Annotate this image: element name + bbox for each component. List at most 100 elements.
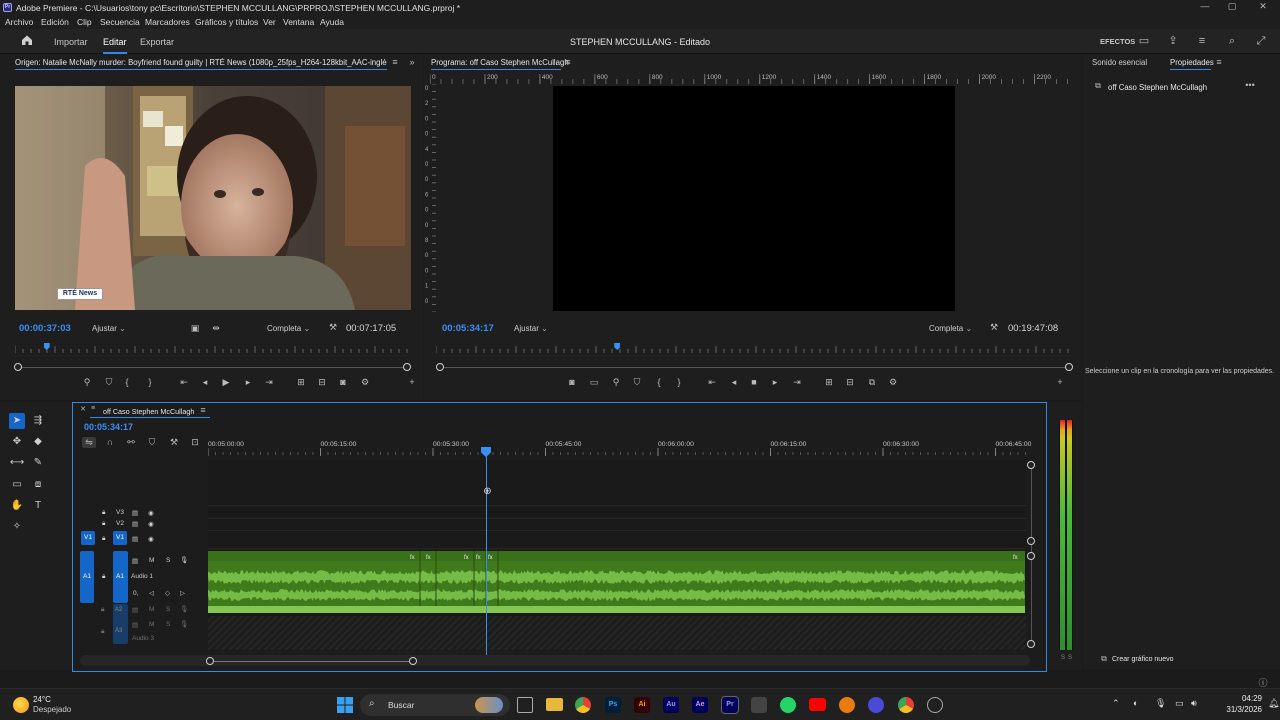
menu-ventana[interactable]: Ventana (283, 17, 314, 27)
source-mini-ruler[interactable] (14, 345, 411, 353)
taskbar-app-icon[interactable] (751, 697, 767, 713)
track-v1-sync-icon[interactable]: ▤ (132, 535, 138, 543)
tray-network-icon[interactable]: ◐ (1133, 698, 1138, 708)
program-lift-icon[interactable]: ⊞ (822, 377, 836, 388)
program-settings-icon[interactable]: ⚙ (886, 377, 900, 388)
taskbar-app2-icon[interactable] (927, 697, 943, 713)
program-extract-icon[interactable]: ⊟ (843, 377, 857, 388)
menu-marcadores[interactable]: Marcadores (145, 17, 190, 27)
tray-volume-icon[interactable]: 🔊︎ (1191, 698, 1197, 709)
menu-ver[interactable]: Ver (263, 17, 276, 27)
program-step-back-icon[interactable]: ◂ (727, 377, 741, 388)
captions-icon[interactable]: ⊡ (188, 437, 202, 448)
source-camera-icon[interactable]: ◙ (336, 377, 350, 387)
track-a3-mute[interactable]: M (149, 621, 154, 628)
program-stop-icon[interactable]: ■ (747, 377, 761, 387)
program-zoom-left-handle[interactable] (436, 363, 444, 371)
program-add-marker-icon[interactable]: ⛉ (630, 377, 644, 388)
source-timecode[interactable]: 00:00:37:03 (19, 323, 71, 334)
program-video-frame[interactable] (553, 86, 955, 311)
source-patch-a1[interactable]: A1 (80, 551, 94, 603)
track-lock-a1-icon[interactable]: 🔒︎ (102, 573, 105, 581)
source-zoom-bar[interactable] (19, 367, 407, 368)
add-marker-icon[interactable]: ⛉ (145, 437, 159, 448)
hand-tool-icon[interactable]: ✋ (9, 498, 25, 514)
program-fit-dropdown[interactable]: Ajustar (514, 324, 548, 333)
program-panel-menu-icon[interactable]: ≡ (561, 57, 575, 67)
track-a1-volume[interactable]: 0, (133, 590, 138, 597)
panel-menu-icon[interactable]: ≡ (388, 57, 402, 67)
program-mark-out-icon[interactable]: } (672, 377, 686, 387)
task-view-icon[interactable] (517, 697, 533, 713)
program-resolution-dropdown[interactable]: Completa (929, 324, 972, 333)
source-resolution-dropdown[interactable]: Completa (267, 324, 310, 333)
tray-mic-icon[interactable]: 🎙︎ (1155, 698, 1166, 709)
track-a2-solo[interactable]: S (166, 606, 170, 613)
pen-tool-icon[interactable]: ✎ (30, 455, 46, 471)
menu-clip[interactable]: Clip (77, 17, 92, 27)
track-a1-keyframe-next-icon[interactable]: ▷ (180, 589, 185, 597)
properties-panel-menu-icon[interactable]: ≡ (1212, 57, 1226, 67)
track-v1-eye-icon[interactable]: ◉ (148, 535, 154, 543)
menu-secuencia[interactable]: Secuencia (100, 17, 140, 27)
track-a2-mic-icon[interactable]: 🎙︎ (180, 605, 188, 613)
program-go-in-icon[interactable]: ⇤ (705, 377, 719, 388)
tray-display-icon[interactable]: ▭ (1175, 698, 1184, 709)
photoshop-icon[interactable]: Ps (605, 697, 621, 713)
track-a1-target[interactable]: A1 (113, 551, 128, 603)
taskbar-date[interactable]: 31/3/2026 (1208, 705, 1262, 714)
after-effects-icon[interactable]: Ae (692, 697, 708, 713)
source-insert-button-icon[interactable]: ⊞ (294, 377, 308, 388)
source-overwrite-icon[interactable]: ⊟ (315, 377, 329, 388)
source-play-icon[interactable]: ▶ (219, 377, 233, 388)
tab-propiedades[interactable]: Propiedades (1170, 58, 1214, 67)
program-zoom-bar[interactable] (441, 367, 1068, 368)
notifications-icon[interactable]: 🔔︎ (1268, 698, 1279, 709)
source-step-back-icon[interactable]: ◂ (198, 377, 212, 388)
source-wrench-icon[interactable]: ⚒ (326, 322, 340, 333)
razor-tool-icon[interactable]: ◆ (30, 434, 46, 450)
source-settings-icon[interactable]: ▣ (188, 323, 202, 334)
timeline-panel-menu-icon[interactable]: ≡ (196, 405, 210, 415)
program-zoom-right-handle[interactable] (1065, 363, 1073, 371)
discord-icon[interactable] (868, 697, 884, 713)
timeline-settings-icon[interactable]: ⚒ (167, 437, 181, 448)
minimize-button[interactable]: — (1195, 1, 1215, 13)
track-v2-sync-icon[interactable]: ▤ (132, 520, 138, 528)
linked-selection-icon[interactable]: ⚯ (124, 437, 138, 448)
search-icon[interactable]: ⌕ (1225, 34, 1239, 48)
source-zoom-right-handle[interactable] (403, 363, 411, 371)
timeline-playhead-line[interactable] (486, 450, 487, 658)
move-tool-icon[interactable]: ✥ (9, 434, 25, 450)
effects-button[interactable]: EFECTOS (1100, 37, 1135, 46)
source-add-button-icon[interactable]: + (405, 377, 419, 387)
program-zoom-icon[interactable]: ⚲ (609, 377, 623, 388)
track-a2-target[interactable]: A2 A3 (113, 604, 128, 644)
meter-solo-right[interactable]: S (1068, 655, 1072, 661)
windows-start-icon[interactable] (337, 697, 353, 713)
menu-edicion[interactable]: Edición (41, 17, 69, 27)
program-mini-ruler[interactable] (435, 345, 1072, 353)
taskbar-search-box[interactable]: ⌕ Buscar (360, 694, 510, 716)
source-marker-in-icon[interactable]: ⚲ (80, 377, 94, 388)
track-a1-solo[interactable]: S (166, 557, 170, 564)
timeline-ruler[interactable]: 00:05:00:00 00:05:15:00 00:05:30:00 00:05:4… (207, 438, 1033, 458)
create-graphic-button[interactable]: Crear gráfico nuevo (1112, 656, 1173, 663)
menu-graficos[interactable]: Gráficos y títulos (195, 17, 258, 27)
tab-exportar[interactable]: Exportar (140, 37, 174, 47)
timeline-sequence-tab[interactable]: off Caso Stephen McCullagh (103, 407, 194, 416)
track-a2-mute[interactable]: M (149, 606, 154, 613)
youtube-icon[interactable] (809, 698, 826, 711)
premiere-taskbar-icon[interactable]: Pr (721, 696, 739, 714)
source-settings2-icon[interactable]: ⚙ (358, 377, 372, 388)
menu-ayuda[interactable]: Ayuda (320, 17, 344, 27)
track-lock-v2-icon[interactable]: 🔒︎ (102, 520, 105, 528)
chrome-icon[interactable] (575, 697, 591, 713)
program-add-button-icon[interactable]: + (1053, 377, 1067, 387)
program-safe-margins-icon[interactable]: ▭ (587, 377, 601, 388)
source-add-marker-icon[interactable]: ⛉ (102, 377, 116, 388)
vscroll-mid-handle[interactable] (1027, 537, 1035, 545)
close-button[interactable]: ✕ (1253, 1, 1273, 13)
program-go-out-icon[interactable]: ⇥ (790, 377, 804, 388)
hscroll-right-handle[interactable] (409, 657, 417, 665)
